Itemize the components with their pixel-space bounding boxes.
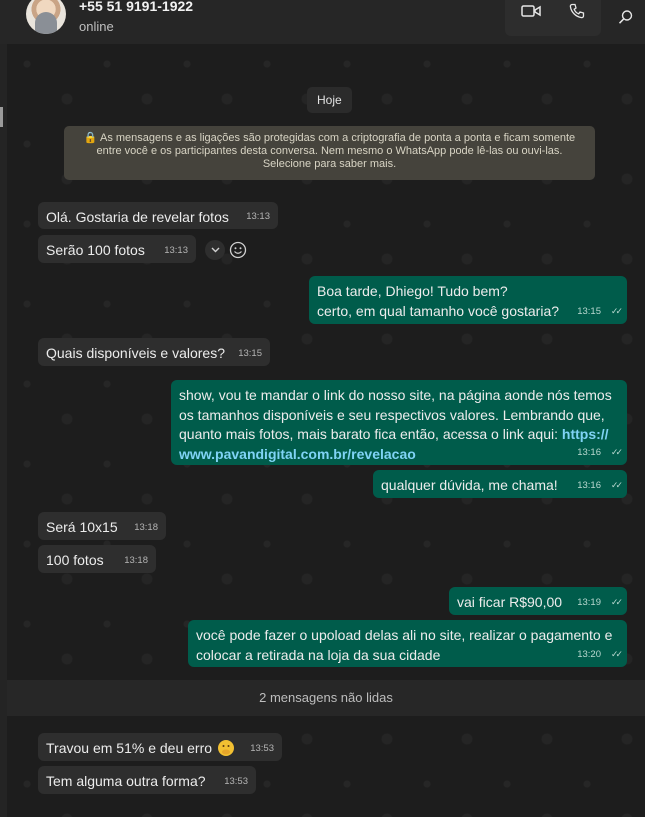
encryption-notice[interactable]: 🔒 As mensagens e as ligações são protegi… [64,126,595,180]
unread-messages-divider: 2 mensagens não lidas [7,680,645,716]
message-time: 13:19 [577,596,601,608]
message-text: qualquer dúvida, me chama! [381,477,558,493]
message-time: 13:15 [238,347,262,359]
contact-name[interactable]: +55 51 9191-1922 [79,0,193,14]
message-time: 13:18 [124,554,148,566]
message-incoming[interactable]: Olá. Gostaria de revelar fotos 13:13 [38,202,278,229]
message-text: Tem alguma outra forma? [46,773,206,789]
message-time: 13:53 [224,775,248,787]
message-outgoing[interactable]: vai ficar R$90,00 13:19 ✓✓ [449,587,627,615]
phone-call-icon[interactable] [565,0,589,22]
message-time: 13:16 [577,446,601,458]
message-time: 13:18 [134,521,158,533]
message-time: 13:20 [577,648,601,660]
message-outgoing[interactable]: qualquer dúvida, me chama! 13:16 ✓✓ [373,470,627,498]
message-text: você pode fazer o upoload delas ali no s… [196,627,613,663]
message-outgoing[interactable]: Boa tarde, Dhiego! Tudo bem? certo, em q… [309,276,627,324]
message-actions [205,238,249,262]
message-time: 13:13 [164,244,188,256]
message-time: 13:15 [577,305,601,317]
message-text: show, vou te mandar o link do nosso site… [179,387,612,442]
message-text: Olá. Gostaria de revelar fotos [46,209,229,225]
contact-status: online [79,19,114,34]
call-buttons-group [505,0,601,36]
double-check-icon: ✓✓ [610,596,623,607]
search-icon[interactable] [614,6,638,28]
message-incoming[interactable]: Tem alguma outra forma? 13:53 [38,766,256,794]
message-incoming[interactable]: Serão 100 fotos 13:13 [38,235,196,263]
double-check-icon: ✓✓ [610,305,623,316]
message-incoming[interactable]: Quais disponíveis e valores? 13:15 [38,338,270,366]
face-with-hand-over-mouth-icon [217,740,234,756]
message-incoming[interactable]: Será 10x15 13:18 [38,512,166,540]
message-text-line: Boa tarde, Dhiego! Tudo bem? [317,283,508,299]
double-check-icon: ✓✓ [610,479,623,490]
panel-resize-handle[interactable] [0,107,3,127]
message-time: 13:53 [250,742,274,754]
video-call-icon[interactable] [519,0,543,22]
message-text: Quais disponíveis e valores? [46,345,225,361]
message-outgoing[interactable]: show, vou te mandar o link do nosso site… [171,380,627,465]
message-text: 100 fotos [46,552,104,568]
emoji-reaction-icon[interactable] [229,241,247,259]
message-text: Será 10x15 [46,519,118,535]
message-text: Travou em 51% e deu erro [46,740,213,756]
double-check-icon: ✓✓ [610,648,623,659]
contact-avatar[interactable] [26,0,66,34]
message-time: 13:13 [246,210,270,222]
chevron-down-icon[interactable] [205,240,225,260]
message-time: 13:16 [577,479,601,491]
message-text: vai ficar R$90,00 [457,594,563,610]
date-separator: Hoje [307,87,352,113]
chat-header: +55 51 9191-1922 online [0,0,645,45]
message-text: Serão 100 fotos [46,242,145,258]
message-incoming[interactable]: 100 fotos 13:18 [38,545,156,573]
double-check-icon: ✓✓ [610,446,623,457]
message-incoming[interactable]: Travou em 51% e deu erro 13:53 [38,733,282,761]
message-outgoing[interactable]: você pode fazer o upoload delas ali no s… [188,620,627,667]
message-text-line: certo, em qual tamanho você gostaria? [317,302,560,319]
